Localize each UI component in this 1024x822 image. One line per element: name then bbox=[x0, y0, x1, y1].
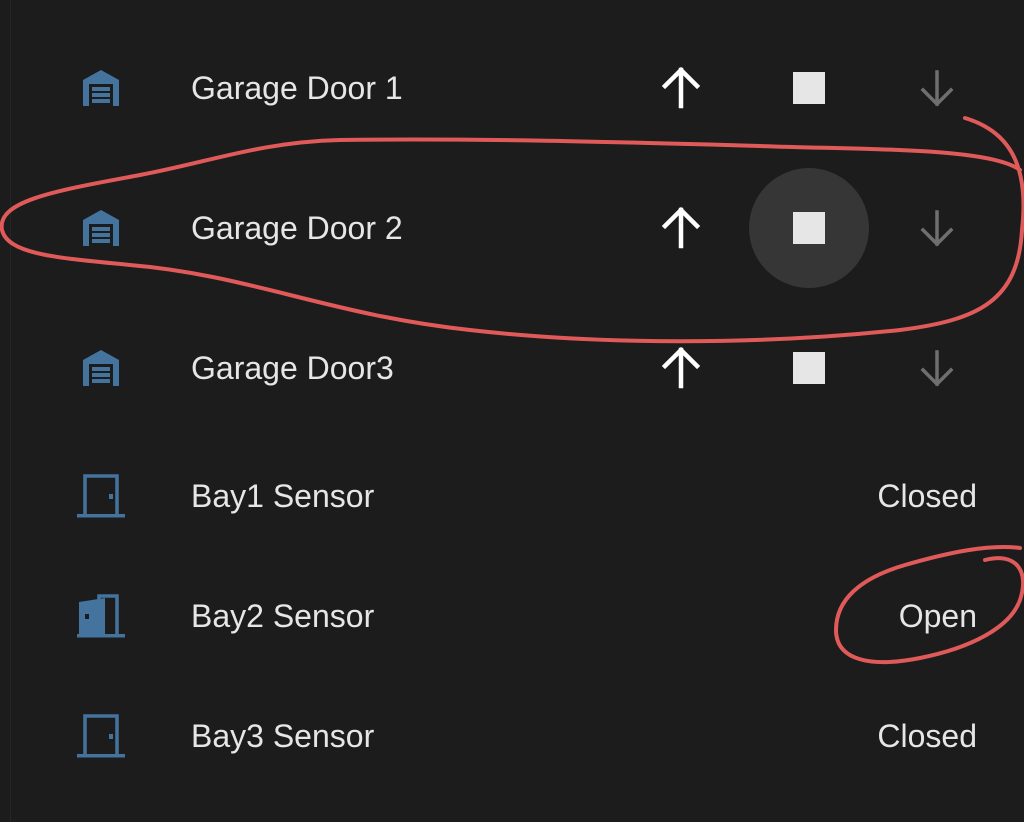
door-open-icon bbox=[73, 588, 129, 644]
cover-name: Garage Door 2 bbox=[191, 210, 403, 246]
close-cover-button[interactable] bbox=[877, 28, 997, 148]
cover-row-garage-door-3[interactable]: Garage Door3 bbox=[11, 308, 1024, 428]
door-closed-icon bbox=[73, 468, 129, 524]
stop-cover-button[interactable] bbox=[749, 28, 869, 148]
stop-cover-button[interactable] bbox=[749, 168, 869, 288]
sensor-name: Bay2 Sensor bbox=[191, 598, 375, 634]
open-cover-button[interactable] bbox=[621, 168, 741, 288]
sensor-state: Open bbox=[898, 598, 977, 634]
sensor-name: Bay1 Sensor bbox=[191, 478, 375, 514]
door-closed-icon bbox=[73, 708, 129, 764]
garage-icon bbox=[73, 200, 129, 256]
close-cover-button[interactable] bbox=[877, 168, 997, 288]
cover-row-garage-door-1[interactable]: Garage Door 1 bbox=[11, 28, 1024, 148]
entities-card: Garage Door 1 Garage Door 2 Garage Door3… bbox=[10, 0, 1024, 822]
garage-icon bbox=[73, 60, 129, 116]
sensor-row-bay2[interactable]: Bay2 Sensor Open bbox=[11, 556, 1024, 676]
arrow-up-icon bbox=[661, 346, 701, 389]
arrow-down-icon bbox=[920, 210, 954, 247]
open-cover-button[interactable] bbox=[621, 308, 741, 428]
stop-cover-button[interactable] bbox=[749, 308, 869, 428]
stop-icon bbox=[793, 212, 825, 244]
stop-icon bbox=[793, 72, 825, 104]
arrow-up-icon bbox=[661, 206, 701, 249]
sensor-state: Closed bbox=[877, 718, 977, 754]
cover-name: Garage Door 1 bbox=[191, 70, 403, 106]
garage-icon bbox=[73, 340, 129, 396]
sensor-state: Closed bbox=[877, 478, 977, 514]
arrow-down-icon bbox=[920, 70, 954, 107]
arrow-down-icon bbox=[920, 350, 954, 387]
close-cover-button[interactable] bbox=[877, 308, 997, 428]
sensor-row-bay1[interactable]: Bay1 Sensor Closed bbox=[11, 436, 1024, 556]
stop-icon bbox=[793, 352, 825, 384]
open-cover-button[interactable] bbox=[621, 28, 741, 148]
cover-row-garage-door-2[interactable]: Garage Door 2 bbox=[11, 168, 1024, 288]
sensor-name: Bay3 Sensor bbox=[191, 718, 375, 754]
cover-name: Garage Door3 bbox=[191, 350, 394, 386]
arrow-up-icon bbox=[661, 66, 701, 109]
sensor-row-bay3[interactable]: Bay3 Sensor Closed bbox=[11, 676, 1024, 796]
